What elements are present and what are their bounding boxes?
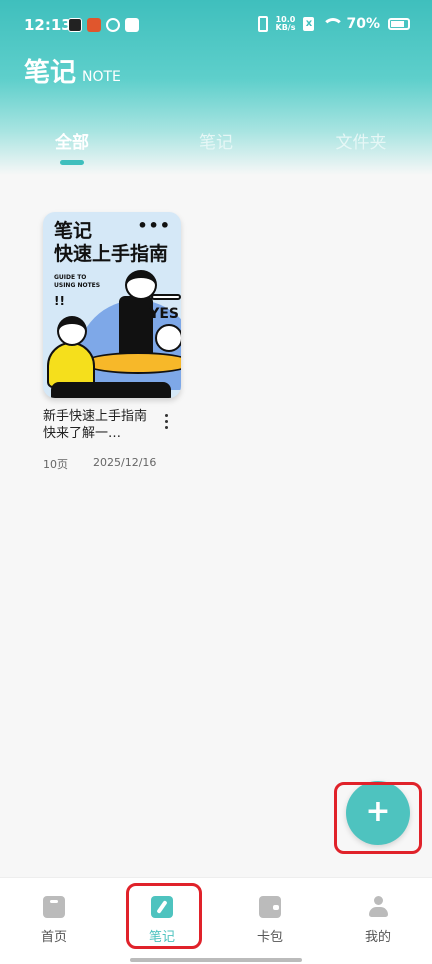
status-bar: 12:13 10.0 KB/s x 70% [0, 0, 432, 52]
vibrate-icon [257, 16, 268, 32]
nav-item-home[interactable]: 首页 [19, 896, 89, 945]
status-system-icons: 10.0 KB/s x 70% [257, 15, 410, 32]
app-notification-icon [106, 18, 120, 32]
cover-smile-face [155, 324, 181, 352]
note-card[interactable]: 笔记 快速上手指南 GUIDE TO USING NOTES !! YES ••… [43, 212, 183, 471]
note-page-count: 10页 [43, 458, 68, 471]
cover-person-arm [151, 294, 181, 300]
note-title[interactable]: 新手快速上手指南快来了解一… [43, 408, 155, 442]
highlight-box-notes-nav [126, 883, 202, 949]
page-title-text: 笔记 [24, 58, 77, 88]
status-notification-icons [68, 18, 139, 32]
home-icon [43, 896, 65, 918]
battery-icon [388, 18, 410, 30]
status-time: 12:13 [24, 16, 72, 34]
tab-all[interactable]: 全部 [32, 128, 112, 153]
cover-yes-text: YES [149, 306, 179, 322]
wifi-icon [322, 18, 345, 30]
page-title: 笔记 NOTE [24, 52, 121, 89]
note-cover-image[interactable]: 笔记 快速上手指南 GUIDE TO USING NOTES !! YES ••… [43, 212, 181, 398]
nav-label: 卡包 [256, 930, 283, 945]
note-more-menu-icon[interactable] [159, 414, 173, 434]
wallet-icon [259, 896, 281, 918]
cover-person-yellow-head [57, 316, 87, 346]
app-notification-icon [87, 18, 101, 32]
notion-app-icon [68, 18, 82, 32]
highlight-box-add-button [334, 782, 422, 854]
page-subtitle: NOTE [82, 69, 121, 85]
no-sim-icon: x [303, 17, 315, 31]
nav-label: 我的 [364, 930, 391, 945]
nav-label: 首页 [40, 930, 67, 945]
cover-table [83, 352, 181, 374]
tab-active-indicator [60, 160, 84, 165]
bottom-nav: 首页 笔记 卡包 我的 [0, 877, 432, 964]
note-date: 2025/12/16 [93, 456, 157, 469]
nav-item-profile[interactable]: 我的 [343, 896, 413, 945]
tab-bar: 全部 笔记 文件夹 [0, 124, 432, 166]
nav-item-wallet[interactable]: 卡包 [235, 896, 305, 945]
cover-more-icon[interactable]: ••• [137, 216, 171, 235]
mail-notification-icon [125, 18, 139, 32]
battery-percent: 70% [346, 16, 380, 32]
cover-subtitle: GUIDE TO USING NOTES [54, 274, 101, 289]
user-icon [367, 896, 389, 918]
network-speed: 10.0 KB/s [275, 15, 296, 32]
tab-notes[interactable]: 笔记 [176, 128, 256, 153]
cover-exclamation: !! [54, 294, 65, 308]
tab-folders[interactable]: 文件夹 [321, 128, 401, 153]
cover-legs [51, 382, 171, 398]
home-indicator[interactable] [130, 958, 302, 962]
